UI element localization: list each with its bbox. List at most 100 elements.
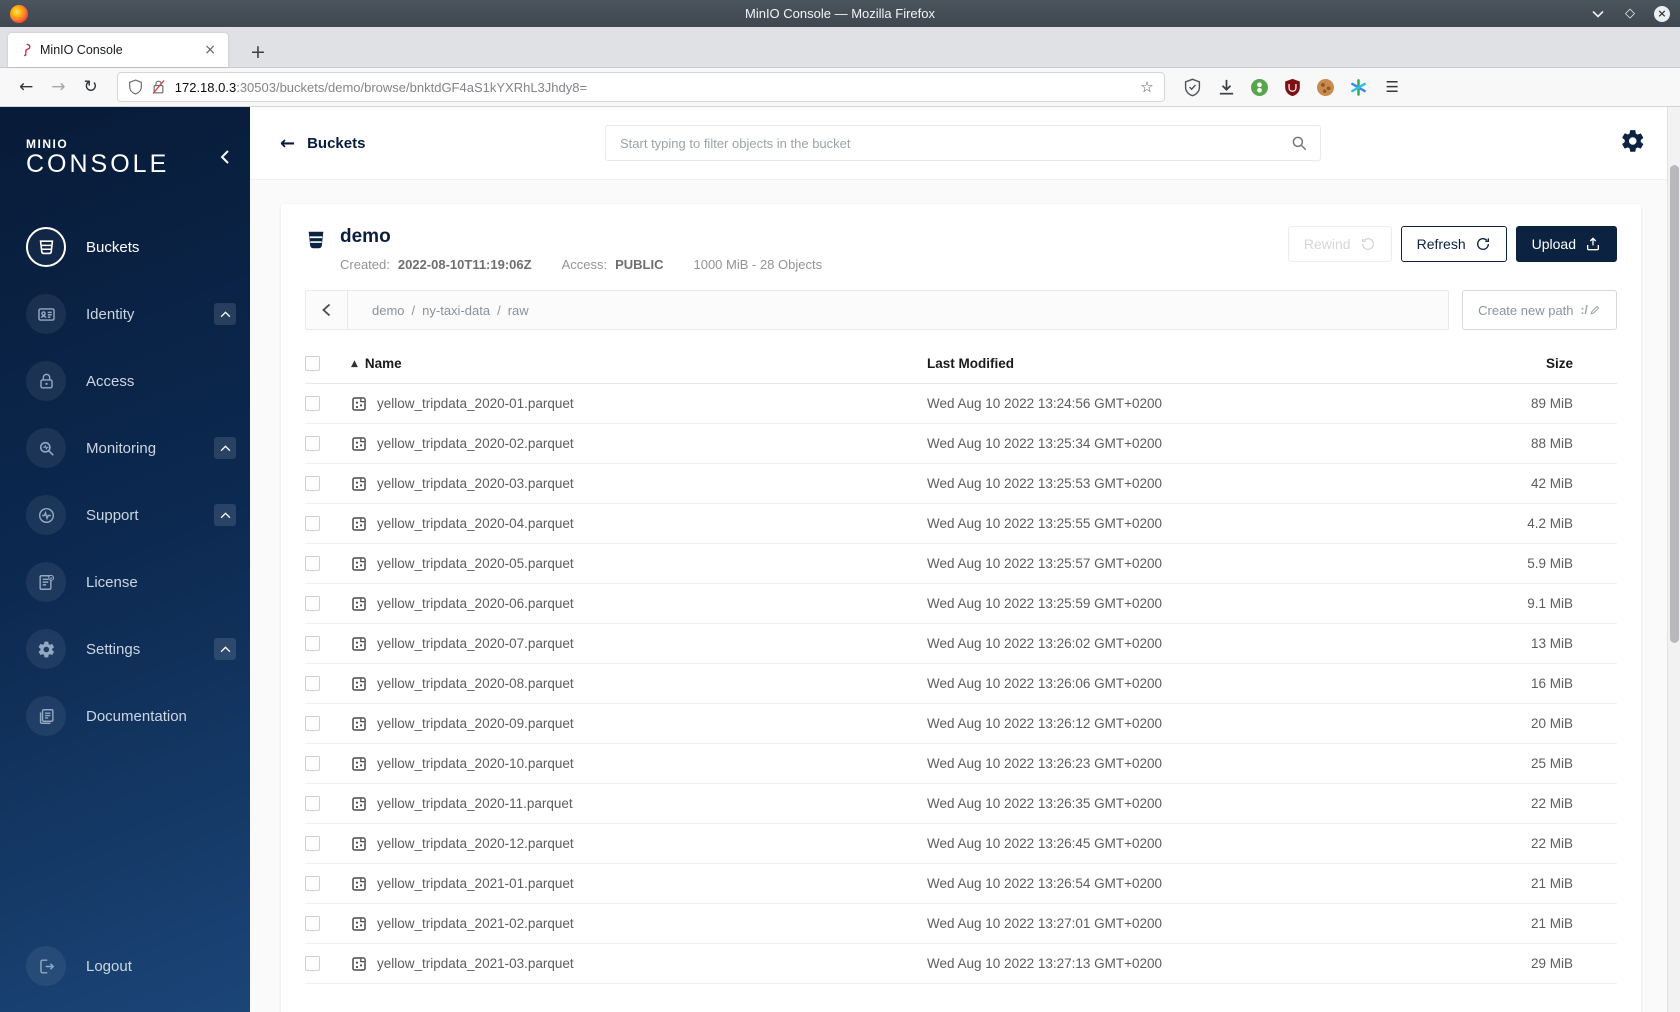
object-file-icon — [351, 476, 367, 492]
breadcrumb-back-button[interactable] — [306, 291, 348, 329]
create-new-path-button[interactable]: Create new path :/ — [1462, 290, 1617, 330]
sidebar-item-settings[interactable]: Settings — [26, 626, 250, 672]
page-scrollbar-thumb[interactable] — [1670, 165, 1679, 643]
browser-forward-button[interactable]: → — [42, 77, 74, 97]
row-checkbox[interactable] — [305, 756, 320, 771]
object-file-icon — [351, 396, 367, 412]
browser-tab-minio-console[interactable]: MinIO Console × — [8, 33, 228, 67]
row-checkbox[interactable] — [305, 596, 320, 611]
select-all-checkbox[interactable] — [305, 356, 320, 371]
table-row[interactable]: yellow_tripdata_2020-11.parquet Wed Aug … — [305, 784, 1617, 824]
column-header-size: Size — [1545, 356, 1573, 371]
table-row[interactable]: yellow_tripdata_2020-12.parquet Wed Aug … — [305, 824, 1617, 864]
refresh-icon — [1476, 238, 1489, 250]
object-size: 4.2 MiB — [1527, 516, 1573, 531]
back-to-buckets-link[interactable]: ← Buckets — [280, 133, 480, 154]
chevron-up-icon[interactable] — [214, 303, 236, 326]
row-checkbox[interactable] — [305, 836, 320, 851]
breadcrumb-segment[interactable]: raw — [508, 303, 529, 318]
bucket-browser-card: demo Created: 2022-08-10T11:19:06Z Access… — [281, 204, 1641, 1012]
browser-back-button[interactable]: ← — [10, 77, 42, 97]
browser-reload-button[interactable]: ↻ — [75, 77, 107, 97]
row-checkbox[interactable] — [305, 476, 320, 491]
row-checkbox[interactable] — [305, 796, 320, 811]
ublock-origin-icon[interactable] — [1283, 78, 1302, 97]
table-row[interactable]: yellow_tripdata_2020-06.parquet Wed Aug … — [305, 584, 1617, 624]
object-size: 89 MiB — [1530, 396, 1573, 411]
table-row[interactable]: yellow_tripdata_2020-05.parquet Wed Aug … — [305, 544, 1617, 584]
row-checkbox[interactable] — [305, 916, 320, 931]
row-checkbox[interactable] — [305, 516, 320, 531]
table-row[interactable]: yellow_tripdata_2020-03.parquet Wed Aug … — [305, 464, 1617, 504]
row-checkbox[interactable] — [305, 396, 320, 411]
console-settings-gear-icon[interactable] — [1620, 128, 1646, 159]
row-checkbox[interactable] — [305, 676, 320, 691]
table-row[interactable]: yellow_tripdata_2020-09.parquet Wed Aug … — [305, 704, 1617, 744]
window-close-button[interactable]: × — [1654, 5, 1670, 22]
window-title: MinIO Console — Mozilla Firefox — [745, 6, 935, 21]
sidebar-item-access[interactable]: Access — [26, 358, 250, 404]
new-tab-button[interactable]: + — [242, 41, 274, 67]
breadcrumb-segment[interactable]: demo — [372, 303, 405, 318]
breadcrumb-segment[interactable]: ny-taxi-data — [422, 303, 490, 318]
permissions-shield-icon[interactable] — [1183, 78, 1202, 97]
refresh-button[interactable]: Refresh — [1400, 226, 1507, 262]
upload-button[interactable]: Upload — [1515, 226, 1617, 262]
bookmark-star-icon[interactable]: ☆ — [1140, 78, 1153, 96]
sidebar-collapse-icon[interactable] — [218, 149, 232, 165]
table-row[interactable]: yellow_tripdata_2020-01.parquet Wed Aug … — [305, 384, 1617, 424]
window-maximize-button[interactable]: ◇ — [1622, 6, 1638, 22]
sidebar-item-logout[interactable]: Logout — [26, 946, 250, 986]
column-header-name[interactable]: ▲ Name — [351, 356, 927, 371]
chevron-up-icon[interactable] — [214, 504, 236, 527]
row-checkbox[interactable] — [305, 716, 320, 731]
chevron-up-icon[interactable] — [214, 638, 236, 661]
object-size: 9.1 MiB — [1527, 596, 1573, 611]
filter-objects-input[interactable] — [605, 125, 1321, 161]
object-name: yellow_tripdata_2020-06.parquet — [377, 596, 574, 611]
cookie-extension-icon[interactable] — [1316, 78, 1334, 96]
object-file-icon — [351, 436, 367, 452]
sidebar-item-monitoring[interactable]: Monitoring — [26, 425, 250, 471]
table-row[interactable]: yellow_tripdata_2021-02.parquet Wed Aug … — [305, 904, 1617, 944]
object-last-modified: Wed Aug 10 2022 13:26:12 GMT+0200 — [927, 716, 1163, 731]
row-checkbox[interactable] — [305, 636, 320, 651]
row-checkbox[interactable] — [305, 556, 320, 571]
row-checkbox[interactable] — [305, 956, 320, 971]
sidebar-item-documentation[interactable]: Documentation — [26, 693, 250, 739]
table-row[interactable]: yellow_tripdata_2020-07.parquet Wed Aug … — [305, 624, 1617, 664]
object-file-icon — [351, 636, 367, 652]
url-bar[interactable]: 172.18.0.3:30503/buckets/demo/browse/bnk… — [116, 72, 1165, 102]
rewind-icon — [1361, 238, 1374, 250]
tab-close-icon[interactable]: × — [200, 42, 220, 58]
sidebar-item-support[interactable]: Support — [26, 492, 250, 538]
object-file-icon — [351, 516, 367, 532]
browser-menu-icon[interactable]: ☰ — [1383, 78, 1402, 97]
insecure-connection-lock-icon[interactable] — [151, 79, 166, 95]
chevron-up-icon[interactable] — [214, 437, 236, 460]
extension-green-icon[interactable] — [1250, 78, 1268, 96]
object-name: yellow_tripdata_2020-04.parquet — [377, 516, 574, 531]
object-file-icon — [351, 916, 367, 932]
object-last-modified: Wed Aug 10 2022 13:25:55 GMT+0200 — [927, 516, 1163, 531]
table-row[interactable]: yellow_tripdata_2021-01.parquet Wed Aug … — [305, 864, 1617, 904]
row-checkbox[interactable] — [305, 876, 320, 891]
pinwheel-extension-icon[interactable] — [1349, 78, 1368, 97]
table-row[interactable]: yellow_tripdata_2021-03.parquet Wed Aug … — [305, 944, 1617, 984]
sidebar-item-identity[interactable]: Identity — [26, 291, 250, 337]
row-checkbox[interactable] — [305, 436, 320, 451]
table-row[interactable]: yellow_tripdata_2020-10.parquet Wed Aug … — [305, 744, 1617, 784]
object-file-icon — [351, 596, 367, 612]
sidebar-item-buckets[interactable]: Buckets — [26, 224, 250, 270]
object-last-modified: Wed Aug 10 2022 13:25:59 GMT+0200 — [927, 596, 1163, 611]
sidebar-item-license[interactable]: License — [26, 559, 250, 605]
logout-icon — [26, 946, 66, 986]
object-name: yellow_tripdata_2020-05.parquet — [377, 556, 574, 571]
object-size: 21 MiB — [1530, 876, 1573, 891]
window-minimize-button[interactable] — [1590, 6, 1606, 22]
table-row[interactable]: yellow_tripdata_2020-04.parquet Wed Aug … — [305, 504, 1617, 544]
table-row[interactable]: yellow_tripdata_2020-02.parquet Wed Aug … — [305, 424, 1617, 464]
downloads-icon[interactable] — [1217, 78, 1236, 97]
tracking-protection-shield-icon[interactable] — [128, 79, 143, 95]
table-row[interactable]: yellow_tripdata_2020-08.parquet Wed Aug … — [305, 664, 1617, 704]
